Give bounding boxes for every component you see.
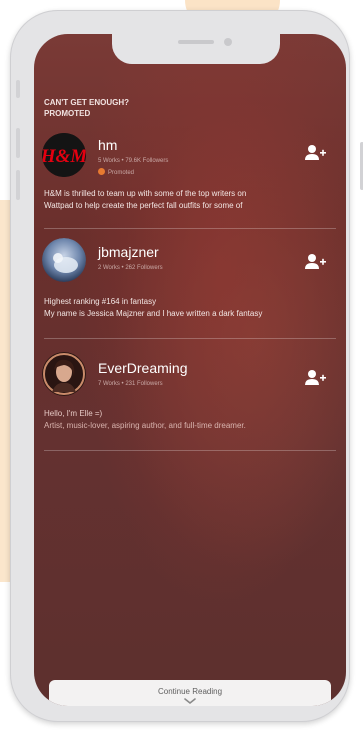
notch-camera	[224, 38, 232, 46]
avatar-image	[42, 352, 86, 396]
chevron-down-icon	[184, 698, 196, 705]
hm-logo-icon: H&M	[42, 133, 86, 177]
bio-line: H&M is thrilled to team up with some of …	[44, 189, 247, 198]
section-header-line1: CAN'T GET ENOUGH?	[44, 98, 130, 107]
follow-button[interactable]	[304, 369, 326, 387]
hm-logo-text: H&M	[42, 146, 86, 167]
user-name[interactable]: hm	[98, 137, 117, 153]
divider	[44, 338, 336, 339]
notch-speaker	[178, 40, 214, 44]
avatar[interactable]	[42, 352, 86, 396]
divider	[44, 450, 336, 451]
continue-reading-button[interactable]: Continue Reading	[49, 680, 331, 706]
add-user-icon	[305, 145, 326, 160]
phone-side-button	[16, 80, 20, 98]
bio-line: Artist, music-lover, aspiring author, an…	[44, 421, 246, 430]
user-bio: Hello, I'm Elle =) Artist, music-lover, …	[44, 408, 339, 432]
user-name[interactable]: EverDreaming	[98, 360, 187, 376]
user-name[interactable]: jbmajzner	[98, 244, 159, 260]
follow-button[interactable]	[304, 253, 326, 271]
user-bio: Highest ranking #164 in fantasy My name …	[44, 296, 339, 320]
phone-notch	[112, 34, 280, 64]
user-bio: H&M is thrilled to team up with some of …	[44, 188, 339, 212]
promoted-label: Promoted	[108, 170, 135, 176]
follow-button[interactable]	[304, 144, 326, 162]
add-user-icon	[305, 370, 326, 385]
phone-volume-down-button	[16, 170, 20, 200]
avatar[interactable]: H&M	[42, 133, 86, 177]
add-user-icon	[305, 254, 326, 269]
avatar-image	[42, 238, 86, 282]
avatar[interactable]	[42, 238, 86, 282]
user-stats: 7 Works • 231 Followers	[98, 381, 163, 387]
section-header: CAN'T GET ENOUGH? PROMOTED	[44, 97, 129, 119]
bio-line: Highest ranking #164 in fantasy	[44, 297, 157, 306]
divider	[44, 228, 336, 229]
user-card-everdreaming[interactable]: EverDreaming 7 Works • 231 Followers Hel…	[34, 350, 346, 460]
app-screen: CAN'T GET ENOUGH? PROMOTED H&M hm 5 Work…	[34, 34, 346, 706]
phone-volume-up-button	[16, 128, 20, 158]
bio-line: Wattpad to help create the perfect fall …	[44, 201, 243, 210]
bio-line: Hello, I'm Elle =)	[44, 409, 103, 418]
user-card-jbmajzner[interactable]: jbmajzner 2 Works • 262 Followers Highes…	[34, 234, 346, 344]
promoted-badge: Promoted	[98, 168, 134, 176]
section-header-line2: PROMOTED	[44, 109, 91, 118]
user-card-hm[interactable]: H&M hm 5 Works • 79.6K Followers Promote…	[34, 129, 346, 229]
promoted-dot-icon	[98, 168, 105, 175]
bio-line: My name is Jessica Majzner and I have wr…	[44, 309, 263, 318]
user-stats: 5 Works • 79.6K Followers	[98, 158, 169, 164]
user-stats: 2 Works • 262 Followers	[98, 265, 163, 271]
continue-reading-label: Continue Reading	[157, 687, 223, 696]
